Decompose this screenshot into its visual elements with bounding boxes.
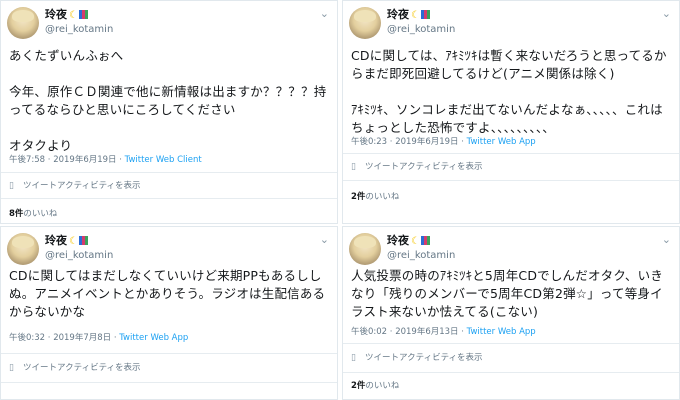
crescent-moon-icon: ☾: [411, 236, 420, 247]
likes-number: 2件: [351, 192, 366, 202]
tweet-text: CDに関しては、ｱｷﾐﾂｷは暫く来ないだろうと思ってるからまだ即死回避してるけど…: [351, 48, 667, 135]
tweet-source-link[interactable]: Twitter Web App: [119, 333, 188, 343]
flag-icon: [420, 236, 430, 245]
bar-chart-icon: ▯: [9, 181, 14, 191]
tweet-timestamp[interactable]: 午後0:02 · 2019年6月13日 ·: [351, 327, 467, 337]
tweet-card-4: 玲夜 ☾ @rei_kotamin ⌄ 人気投票の時のｱｷﾐﾂｷと5周年CDでしん…: [342, 226, 680, 400]
tweet-activity-label: ツイートアクティビティを表示: [365, 353, 483, 363]
likes-count[interactable]: 8件のいいね: [9, 207, 57, 219]
likes-number: 2件: [351, 381, 366, 391]
tweet-header: 玲夜 ☾ @rei_kotamin ⌄: [7, 7, 331, 41]
user-handle[interactable]: @rei_kotamin: [45, 23, 113, 36]
tweet-meta: 午後0:32 · 2019年7月8日 · Twitter Web App: [9, 331, 188, 343]
crescent-moon-icon: ☾: [411, 10, 420, 21]
tweet-timestamp[interactable]: 午後0:23 · 2019年6月19日 ·: [351, 137, 467, 147]
tweet-header: 玲夜 ☾ @rei_kotamin ⌄: [349, 233, 673, 267]
chevron-down-icon[interactable]: ⌄: [320, 233, 329, 246]
avatar[interactable]: [7, 233, 39, 265]
flag-icon: [78, 10, 88, 19]
bar-chart-icon: ▯: [9, 363, 14, 373]
tweet-text: あくたずいんふぉへ 今年、原作ＣＤ関連で他に新情報は出ますか？？？？持ってるなら…: [9, 48, 327, 153]
tweet-text: 人気投票の時のｱｷﾐﾂｷと5周年CDでしんだオタク、いきなり「残りのメンバーで5…: [351, 268, 664, 319]
tweet-activity-label: ツイートアクティビティを表示: [365, 162, 483, 172]
tweet-meta: 午後7:58 · 2019年6月19日 · Twitter Web Client: [9, 153, 202, 165]
display-name[interactable]: 玲夜 ☾: [387, 234, 455, 249]
avatar[interactable]: [7, 7, 39, 39]
tweet-header: 玲夜 ☾ @rei_kotamin ⌄: [349, 7, 673, 41]
tweet-source-link[interactable]: Twitter Web App: [467, 137, 536, 147]
tweet-header: 玲夜 ☾ @rei_kotamin ⌄: [7, 233, 331, 267]
tweet-activity-link[interactable]: ▯ ツイートアクティビティを表示: [343, 343, 679, 373]
display-name-text[interactable]: 玲夜: [45, 8, 67, 21]
tweet-meta: 午後0:23 · 2019年6月19日 · Twitter Web App: [351, 135, 536, 147]
user-handle[interactable]: @rei_kotamin: [387, 23, 455, 36]
user-handle[interactable]: @rei_kotamin: [45, 249, 113, 262]
tweet-activity-label: ツイートアクティビティを表示: [23, 363, 141, 373]
tweet-activity-link[interactable]: ▯ ツイートアクティビティを表示: [1, 353, 337, 383]
tweet-source-link[interactable]: Twitter Web Client: [125, 155, 202, 165]
user-names: 玲夜 ☾ @rei_kotamin: [45, 234, 113, 262]
tweet-activity-label: ツイートアクティビティを表示: [23, 181, 141, 191]
tweet-meta: 午後0:02 · 2019年6月13日 · Twitter Web App: [351, 325, 536, 337]
bar-chart-icon: ▯: [351, 353, 356, 363]
chevron-down-icon[interactable]: ⌄: [662, 233, 671, 246]
display-name[interactable]: 玲夜 ☾: [45, 234, 113, 249]
tweet-activity-link[interactable]: ▯ ツイートアクティビティを表示: [1, 172, 337, 199]
likes-count[interactable]: 2件のいいね: [351, 379, 399, 391]
crescent-moon-icon: ☾: [69, 10, 78, 21]
display-name-text[interactable]: 玲夜: [45, 234, 67, 247]
flag-icon: [420, 10, 430, 19]
chevron-down-icon[interactable]: ⌄: [662, 7, 671, 20]
user-names: 玲夜 ☾ @rei_kotamin: [387, 234, 455, 262]
tweet-activity-link[interactable]: ▯ ツイートアクティビティを表示: [343, 153, 679, 181]
tweet-card-1: 玲夜 ☾ @rei_kotamin ⌄ あくたずいんふぉへ 今年、原作ＣＤ関連で他…: [0, 0, 338, 224]
tweet-source-link[interactable]: Twitter Web App: [467, 327, 536, 337]
bar-chart-icon: ▯: [351, 162, 356, 172]
user-names: 玲夜 ☾ @rei_kotamin: [387, 8, 455, 36]
display-name[interactable]: 玲夜 ☾: [45, 8, 113, 23]
user-handle[interactable]: @rei_kotamin: [387, 249, 455, 262]
likes-label: のいいね: [365, 192, 400, 202]
display-name-text[interactable]: 玲夜: [387, 8, 409, 21]
flag-icon: [78, 236, 88, 245]
likes-count[interactable]: 2件のいいね: [351, 190, 399, 202]
display-name-text[interactable]: 玲夜: [387, 234, 409, 247]
tweet-timestamp[interactable]: 午後7:58 · 2019年6月19日 ·: [9, 155, 125, 165]
tweet-text: CDに関してはまだしなくていいけど来期PPもあるししぬ。アニメイベントとかありそ…: [9, 268, 326, 319]
likes-number: 8件: [9, 209, 24, 219]
display-name[interactable]: 玲夜 ☾: [387, 8, 455, 23]
chevron-down-icon[interactable]: ⌄: [320, 7, 329, 20]
tweet-card-3: 玲夜 ☾ @rei_kotamin ⌄ CDに関してはまだしなくていいけど来期PP…: [0, 226, 338, 400]
likes-label: のいいね: [23, 209, 58, 219]
crescent-moon-icon: ☾: [69, 236, 78, 247]
likes-label: のいいね: [365, 381, 400, 391]
tweet-timestamp[interactable]: 午後0:32 · 2019年7月8日 ·: [9, 333, 119, 343]
tweet-card-2: 玲夜 ☾ @rei_kotamin ⌄ CDに関しては、ｱｷﾐﾂｷは暫く来ないだろ…: [342, 0, 680, 224]
avatar[interactable]: [349, 233, 381, 265]
avatar[interactable]: [349, 7, 381, 39]
user-names: 玲夜 ☾ @rei_kotamin: [45, 8, 113, 36]
